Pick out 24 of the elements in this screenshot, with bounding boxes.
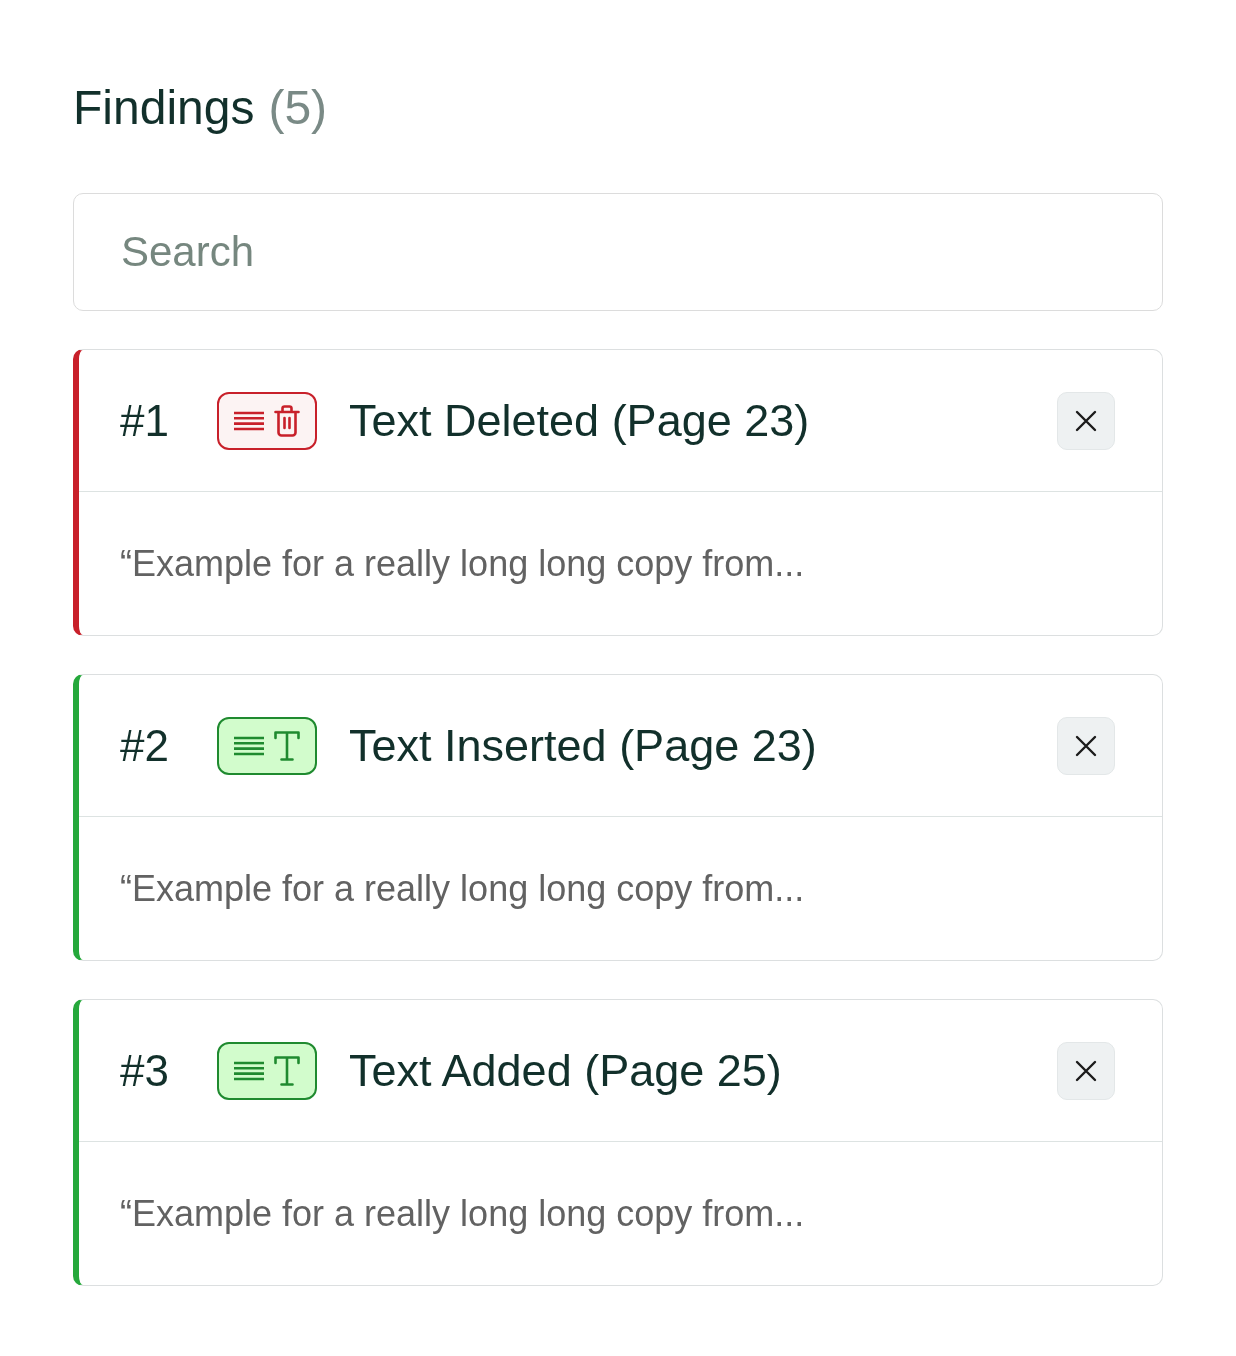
finding-excerpt: “Example for a really long long copy from... bbox=[120, 866, 805, 911]
lines-icon bbox=[234, 410, 264, 431]
close-button[interactable] bbox=[1057, 716, 1115, 775]
close-icon bbox=[1075, 1059, 1097, 1082]
findings-title: Findings bbox=[73, 80, 255, 136]
finding-title: Text Deleted (Page 23) bbox=[349, 393, 810, 448]
lines-icon bbox=[234, 735, 264, 756]
close-icon bbox=[1075, 734, 1097, 757]
finding-number: #3 bbox=[120, 1044, 170, 1097]
close-icon bbox=[1075, 409, 1097, 432]
finding-number: #2 bbox=[120, 719, 170, 772]
close-button[interactable] bbox=[1057, 1041, 1115, 1100]
finding-excerpt: “Example for a really long long copy from... bbox=[120, 1191, 805, 1236]
findings-count: (5) bbox=[268, 80, 328, 136]
letter-t-icon bbox=[274, 730, 300, 761]
finding-title: Text Added (Page 25) bbox=[349, 1043, 782, 1098]
trash-icon bbox=[274, 404, 300, 437]
finding-title: Text Inserted (Page 23) bbox=[349, 718, 817, 773]
lines-icon bbox=[234, 1060, 264, 1081]
letter-t-icon bbox=[274, 1055, 300, 1086]
finding-number: #1 bbox=[120, 394, 170, 447]
finding-excerpt: “Example for a really long long copy from... bbox=[120, 541, 805, 586]
search-field[interactable]: Search bbox=[73, 193, 1163, 311]
close-button[interactable] bbox=[1057, 391, 1115, 450]
